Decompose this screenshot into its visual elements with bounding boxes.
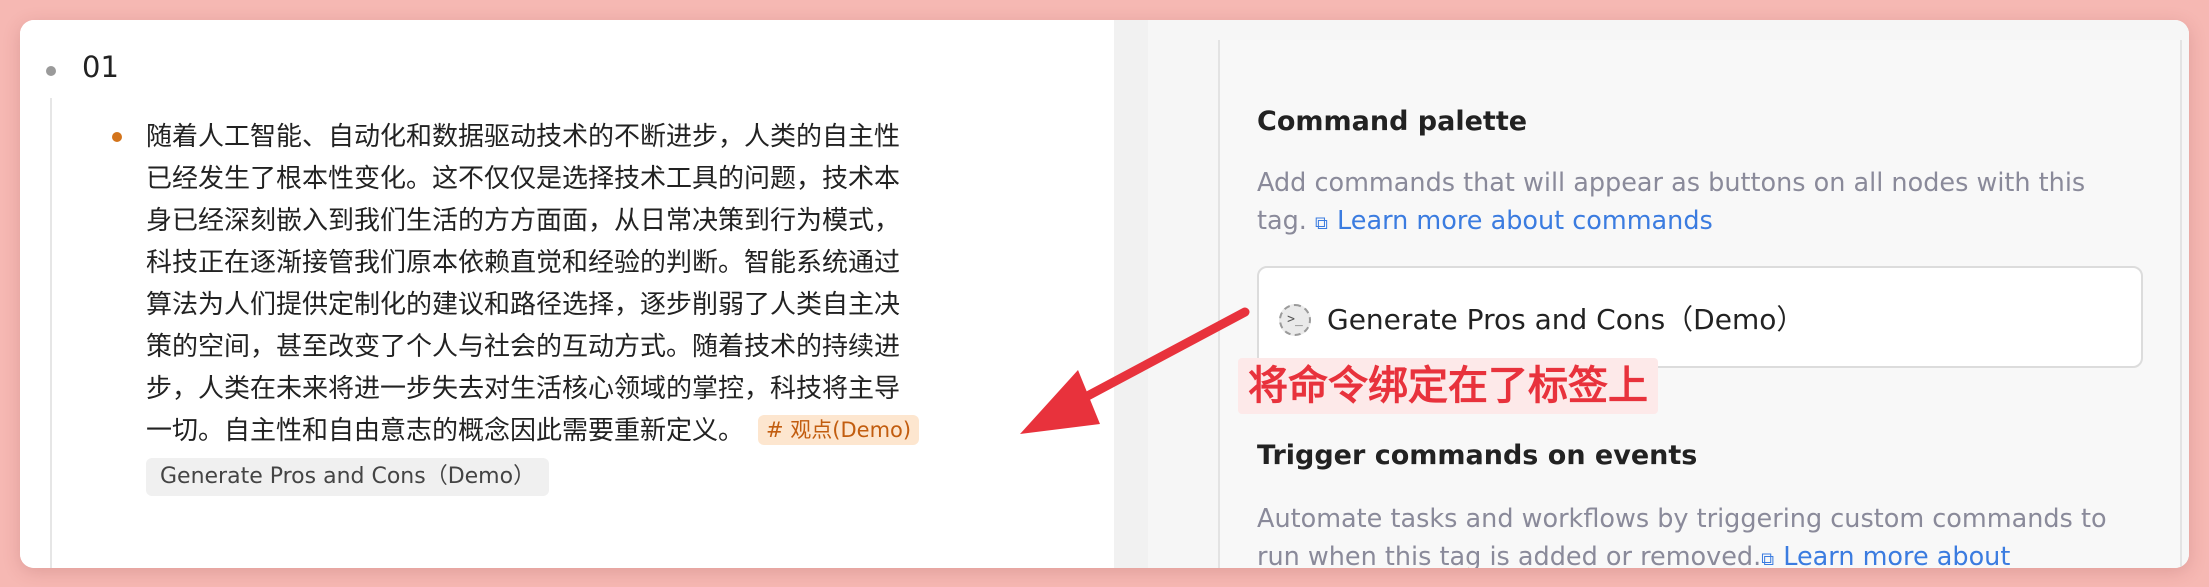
text-line: 步，人类在未来将进一步失去对生活核心领域的掌控，科技将主导: [146, 374, 901, 404]
panel-content: Command palette Add commands that will a…: [1218, 40, 2182, 568]
command-item[interactable]: >_ Generate Pros and Cons（Demo）: [1257, 266, 2143, 368]
tag-chip[interactable]: # 观点(Demo): [758, 415, 920, 445]
node-bullet[interactable]: [46, 66, 56, 76]
text-line: 算法为人们提供定制化的建议和路径选择，逐步削弱了人类自主决: [146, 290, 901, 320]
pane-divider[interactable]: [1114, 20, 1148, 568]
learn-more-commands-link[interactable]: Learn more about commands: [1337, 206, 1713, 236]
terminal-icon: >_: [1279, 304, 1311, 336]
tag-config-panel: Command palette Add commands that will a…: [1148, 20, 2189, 568]
description-text: tag.: [1257, 206, 1307, 236]
indent-guide: [50, 98, 52, 568]
app-window: 01 随着人工智能、自动化和数据驱动技术的不断进步，人类的自主性 已经发生了根本…: [20, 20, 2189, 568]
child-node-text[interactable]: 随着人工智能、自动化和数据驱动技术的不断进步，人类的自主性 已经发生了根本性变化…: [146, 116, 1046, 452]
section-title-triggers: Trigger commands on events: [1257, 440, 1698, 471]
command-chip-button[interactable]: Generate Pros and Cons（Demo）: [146, 458, 550, 496]
description-text: Automate tasks and workflows by triggeri…: [1257, 504, 2107, 534]
command-label: Generate Pros and Cons（Demo）: [1327, 303, 1805, 336]
text-line: 科技正在逐渐接管我们原本依赖直觉和经验的判断。智能系统通过: [146, 248, 901, 278]
text-line: 身已经深刻嵌入到我们生活的方方面面，从日常决策到行为模式，: [146, 206, 901, 236]
external-link-icon: ⧉: [1761, 549, 1775, 568]
text-line-last: 一切。自主性和自由意志的概念因此需要重新定义。 # 观点(Demo): [146, 410, 1046, 452]
text-line: 已经发生了根本性变化。这不仅仅是选择技术工具的问题，技术本: [146, 164, 901, 194]
text-line: 随着人工智能、自动化和数据驱动技术的不断进步，人类的自主性: [146, 122, 901, 152]
text-line: 一切。自主性和自由意志的概念因此需要重新定义。: [146, 416, 745, 446]
child-node-bullet[interactable]: [112, 132, 122, 142]
node-title[interactable]: 01: [82, 50, 119, 84]
section-title-command-palette: Command palette: [1257, 106, 1528, 137]
learn-more-triggers-link[interactable]: Learn more about: [1783, 542, 2010, 568]
external-link-icon: ⧉: [1315, 213, 1328, 234]
annotation-label: 将命令绑定在了标签上: [1238, 358, 1658, 414]
outline-pane: 01 随着人工智能、自动化和数据驱动技术的不断进步，人类的自主性 已经发生了根本…: [20, 20, 1114, 568]
text-line: 策的空间，甚至改变了个人与社会的互动方式。随着技术的持续进: [146, 332, 901, 362]
description-text: run when this tag is added or removed.: [1257, 542, 1762, 568]
description-text: Add commands that will appear as buttons…: [1257, 168, 2086, 198]
triggers-description: Automate tasks and workflows by triggeri…: [1257, 500, 2157, 568]
command-palette-description: Add commands that will appear as buttons…: [1257, 164, 2157, 243]
